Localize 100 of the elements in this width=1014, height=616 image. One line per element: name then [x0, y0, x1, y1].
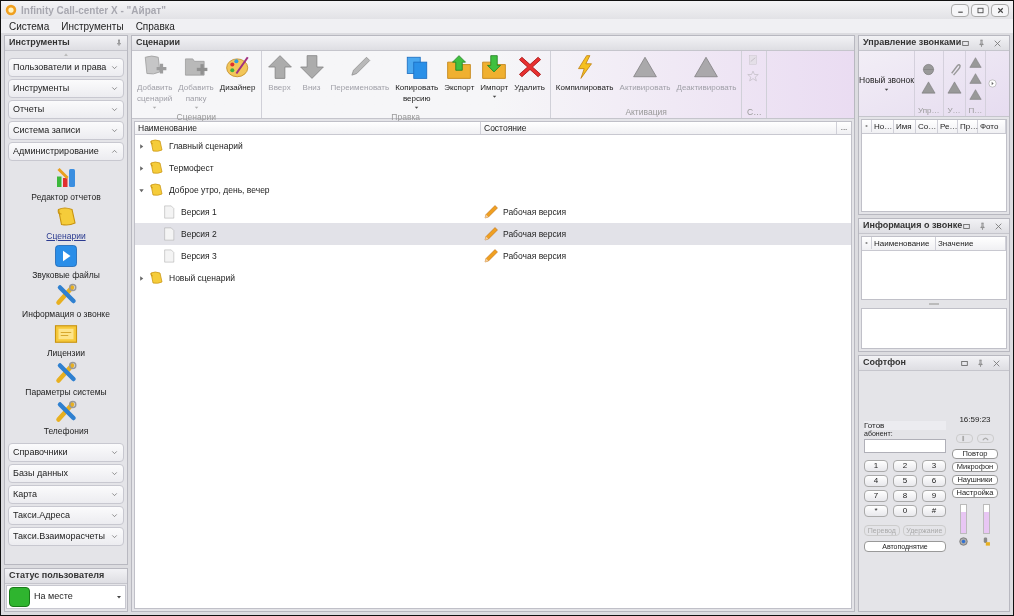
status-dropdown[interactable]: На месте: [6, 585, 126, 609]
ribbon-group-label: Активация: [624, 106, 668, 118]
column-header[interactable]: Со…: [916, 120, 938, 133]
close-button[interactable]: [991, 3, 1009, 17]
palette-button[interactable]: Дизайнер: [216, 54, 259, 93]
menu-item[interactable]: Инструменты: [61, 18, 124, 34]
chevron-icon: [110, 511, 119, 520]
hang-up-button[interactable]: [977, 434, 994, 443]
menu-item[interactable]: Справка: [135, 18, 175, 34]
tool-item[interactable]: Сценарии: [46, 205, 86, 243]
tool-item[interactable]: Параметры системы: [25, 361, 107, 399]
tree-row[interactable]: Версия 2 Рабочая версия: [135, 223, 851, 245]
panel-title: Сценарии: [136, 36, 181, 50]
scroll-right-button[interactable]: [988, 79, 998, 88]
column-header[interactable]: Ре…: [938, 120, 958, 133]
ribbon-group-label: С…: [746, 106, 763, 118]
tool-item[interactable]: Телефония: [43, 400, 89, 438]
chevron-icon: [110, 490, 119, 499]
dial-key[interactable]: 6: [922, 475, 946, 487]
dial-key[interactable]: 9: [922, 490, 946, 502]
tool-item[interactable]: Лицензии: [47, 322, 85, 360]
scroll-icon: [148, 138, 164, 154]
up-arrow-icon: [266, 54, 293, 80]
dial-key[interactable]: 4: [864, 475, 888, 487]
column-header[interactable]: Фото: [978, 120, 1006, 133]
dial-key[interactable]: 1: [864, 460, 888, 472]
column-header[interactable]: Пр…: [958, 120, 978, 133]
folder-up-icon: [446, 54, 473, 80]
chevron-icon: [110, 105, 119, 114]
more-button[interactable]: ...: [837, 122, 851, 134]
group-header[interactable]: Такси.Взаиморасчеты: [8, 527, 124, 546]
number-field[interactable]: [864, 439, 946, 453]
dial-key[interactable]: 7: [864, 490, 888, 502]
tool-item[interactable]: Звуковые файлы: [32, 244, 100, 282]
bolt-button[interactable]: Компилировать: [552, 54, 617, 93]
menu-item[interactable]: Система: [9, 18, 50, 34]
dial-key[interactable]: #: [922, 505, 946, 517]
dial-key[interactable]: 2: [893, 460, 917, 472]
group-header[interactable]: Справочники: [8, 443, 124, 462]
triangle-icon: [632, 54, 658, 80]
close-icon: [993, 38, 1003, 48]
close-icon: [992, 358, 1001, 368]
dial-key[interactable]: 8: [893, 490, 917, 502]
pin-icon: [976, 358, 985, 368]
triangle-button[interactable]: [921, 79, 937, 95]
tool-item[interactable]: Редактор отчетов: [31, 166, 101, 204]
export-button[interactable]: Экспорт: [441, 54, 478, 93]
triangle-button[interactable]: [968, 55, 982, 69]
new-call-button[interactable]: Новый звонок: [859, 51, 915, 116]
triangle-icon: [968, 55, 982, 69]
column-header[interactable]: Значение: [936, 237, 1006, 250]
scroll-icon: [148, 160, 164, 176]
volume-slider[interactable]: [960, 504, 967, 534]
group-header[interactable]: Карта: [8, 485, 124, 504]
column-header[interactable]: Имя: [894, 120, 916, 133]
column-header[interactable]: Наименование: [135, 122, 481, 134]
pencil-icon: [483, 248, 499, 264]
pin-icon: [977, 38, 987, 48]
answer-button[interactable]: [956, 434, 973, 443]
group-header[interactable]: Пользователи и права: [8, 58, 124, 77]
triangle-icon: [946, 79, 962, 95]
pencil-icon: [483, 226, 499, 242]
dial-key[interactable]: *: [864, 505, 888, 517]
dial-key[interactable]: 5: [893, 475, 917, 487]
scroll-right-icon: [988, 79, 998, 88]
delete-button[interactable]: Удалить: [511, 54, 548, 93]
document-icon: [162, 248, 176, 264]
certificate-icon: [54, 322, 78, 346]
tool-item[interactable]: Информация о звонке: [22, 283, 110, 321]
column-header[interactable]: Состояние: [481, 122, 837, 134]
group-header[interactable]: Отчеты: [8, 100, 124, 119]
column-header[interactable]: Но…: [872, 120, 894, 133]
panel-title: Инструменты: [9, 36, 70, 50]
maximize-button[interactable]: [971, 3, 989, 17]
triangle-button[interactable]: [968, 87, 982, 101]
group-header[interactable]: Инструменты: [8, 79, 124, 98]
import-button[interactable]: Импорт: [477, 54, 512, 100]
group-header[interactable]: Система записи: [8, 121, 124, 140]
triangle-button[interactable]: [946, 79, 962, 95]
group-header[interactable]: Такси.Адреса: [8, 506, 124, 525]
tree-item-label: Доброе утро, день, вечер: [169, 183, 270, 197]
minimize-button[interactable]: [951, 3, 969, 17]
ball-button[interactable]: [921, 61, 937, 77]
scroll-icon: [148, 182, 164, 198]
ribbon-group-label: У…: [947, 105, 961, 116]
palette-icon: [224, 54, 251, 80]
tree-item-label: Версия 1: [181, 205, 217, 219]
triangle-icon: [968, 71, 982, 85]
window-title: Infinity Call-center X - "Айрат": [21, 3, 167, 18]
dial-key[interactable]: 3: [922, 460, 946, 472]
pin-icon: [978, 221, 988, 231]
ribbon-group-label: Правка: [390, 111, 422, 123]
group-header[interactable]: Базы данных: [8, 464, 124, 483]
column-header[interactable]: Наименование: [872, 237, 936, 250]
volume-slider[interactable]: [983, 504, 990, 534]
tree-item-label: Главный сценарий: [169, 139, 243, 153]
copy-button[interactable]: Копировать версию: [392, 54, 442, 111]
triangle-button[interactable]: [968, 71, 982, 85]
group-header[interactable]: Администрирование: [8, 142, 124, 161]
dial-key[interactable]: 0: [893, 505, 917, 517]
